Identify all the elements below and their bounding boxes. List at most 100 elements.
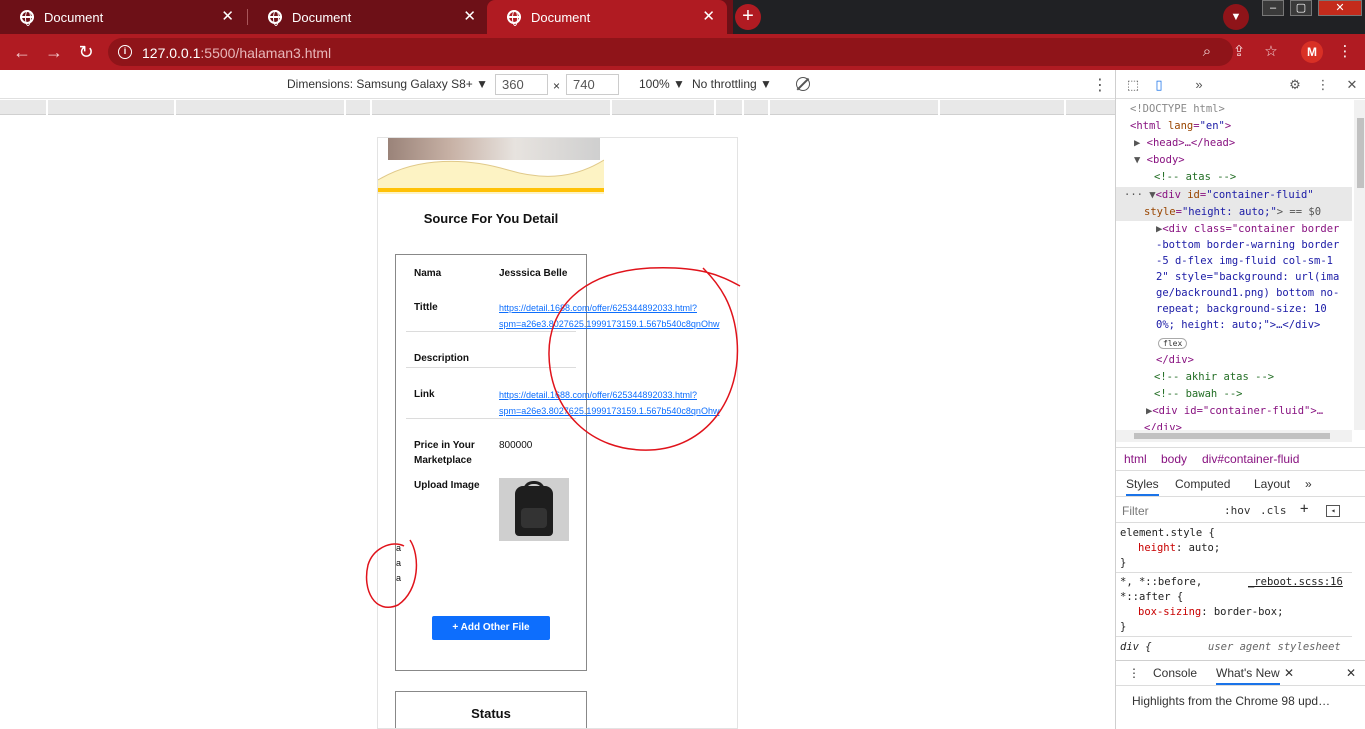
- sidebar-toggle-icon[interactable]: ◂: [1326, 505, 1340, 517]
- address-bar[interactable]: i 127.0.0.1:5500/halaman3.html: [108, 38, 1233, 66]
- elements-tree[interactable]: <!DOCTYPE html> <html lang="en"> ▶ <head…: [1116, 100, 1352, 430]
- reboot-declaration[interactable]: box-sizing: border-box;: [1138, 605, 1283, 620]
- settings-gear-icon[interactable]: ⚙: [1286, 76, 1304, 94]
- comment-atas[interactable]: <!-- atas -->: [1154, 169, 1236, 185]
- class-toggle[interactable]: .cls: [1260, 504, 1287, 517]
- new-tab-button[interactable]: +: [735, 4, 761, 30]
- body-node[interactable]: ▼ <body>: [1134, 152, 1185, 168]
- html-node[interactable]: <html lang="en">: [1130, 118, 1231, 134]
- whats-new-message[interactable]: Highlights from the Chrome 98 upd…: [1132, 694, 1330, 708]
- more-tabs-icon[interactable]: »: [1190, 76, 1208, 94]
- device-toolbar: Dimensions: Samsung Galaxy S8+ ▼ 360 × 7…: [0, 70, 1115, 99]
- zoom-icon[interactable]: ⌕: [1197, 42, 1217, 62]
- tittle-link-line-2[interactable]: spm=a26e3.8027625.1999173159.1.567b540c8…: [499, 316, 719, 332]
- tab-search-icon[interactable]: ▼: [1223, 4, 1249, 30]
- tab-2[interactable]: Document ✕: [248, 0, 488, 34]
- breadcrumb-body[interactable]: body: [1161, 452, 1187, 466]
- share-icon[interactable]: ⇪: [1229, 42, 1249, 62]
- close-icon[interactable]: ✕: [221, 9, 234, 25]
- styles-filter-input[interactable]: Filter: [1122, 504, 1149, 518]
- browser-toolbar: ← → ↻ i 127.0.0.1:5500/halaman3.html ⌕ ⇪…: [0, 34, 1365, 70]
- devtools-menu-icon[interactable]: ⋮: [1314, 76, 1332, 94]
- stacked-text-a: a: [396, 543, 402, 553]
- tab-3-active[interactable]: Document ✕: [487, 0, 727, 34]
- breadcrumb-div[interactable]: div#container-fluid: [1202, 452, 1299, 466]
- flex-badge[interactable]: flex: [1158, 335, 1188, 352]
- inner-div-text: 0%; height: auto;">…</div>: [1156, 319, 1321, 331]
- close-devtools-icon[interactable]: ✕: [1343, 76, 1361, 94]
- link-line-1[interactable]: https://detail.1688.com/offer/6253448920…: [499, 387, 697, 403]
- width-input[interactable]: 360: [495, 74, 548, 95]
- user-agent-source: user agent stylesheet: [1208, 641, 1341, 653]
- device-toggle-icon[interactable]: ▯: [1150, 76, 1168, 94]
- bookmark-star-icon[interactable]: ☆: [1261, 42, 1281, 62]
- styles-filter-bar: Filter :hov .cls + ◂: [1116, 499, 1365, 523]
- close-icon[interactable]: ✕: [463, 9, 476, 25]
- maximize-button[interactable]: ▢: [1290, 0, 1312, 16]
- rule-divider: [1116, 572, 1352, 573]
- tab-whats-new[interactable]: What's New: [1216, 666, 1280, 685]
- link-line-2[interactable]: spm=a26e3.8027625.1999173159.1.567b540c8…: [499, 403, 719, 419]
- element-style-selector[interactable]: element.style {: [1120, 526, 1215, 541]
- add-other-file-button[interactable]: + Add Other File: [432, 616, 550, 640]
- tab-layout[interactable]: Layout: [1254, 477, 1290, 491]
- close-whats-new-icon[interactable]: ✕: [1284, 666, 1294, 680]
- tittle-label: Tittle: [414, 302, 438, 313]
- tab-computed[interactable]: Computed: [1175, 477, 1230, 491]
- div-ua-selector[interactable]: div {: [1120, 640, 1152, 655]
- doctype-node[interactable]: <!DOCTYPE html>: [1130, 103, 1225, 115]
- tab-1[interactable]: Document ✕: [0, 0, 246, 34]
- rotate-icon[interactable]: [796, 77, 810, 91]
- element-style-declaration[interactable]: height: auto;: [1138, 541, 1220, 556]
- head-node[interactable]: ▶ <head>…</head>: [1134, 135, 1235, 151]
- minimize-button[interactable]: –: [1262, 0, 1284, 16]
- new-rule-icon[interactable]: +: [1300, 501, 1308, 517]
- inner-div-text: -bottom border-warning border: [1156, 239, 1340, 251]
- close-drawer-icon[interactable]: ✕: [1346, 666, 1356, 680]
- tab-strip: Document ✕ Document ✕ Document ✕ + ▼ – ▢…: [0, 0, 1365, 34]
- url-text[interactable]: 127.0.0.1:5500/halaman3.html: [142, 45, 331, 61]
- div-close-tag[interactable]: </div>: [1156, 352, 1194, 368]
- site-info-icon[interactable]: i: [118, 45, 132, 59]
- media-query-ruler[interactable]: [0, 100, 1115, 115]
- throttling-select[interactable]: No throttling ▼: [692, 77, 772, 91]
- back-icon[interactable]: ←: [11, 41, 33, 63]
- profile-avatar[interactable]: M: [1301, 41, 1323, 63]
- hover-state-toggle[interactable]: :hov: [1224, 504, 1251, 517]
- tittle-link-line-1[interactable]: https://detail.1688.com/offer/6253448920…: [499, 300, 697, 316]
- second-div-node[interactable]: ▶<div id="container-fluid">…: [1146, 403, 1323, 419]
- tab-console[interactable]: Console: [1153, 666, 1197, 680]
- selected-div-style[interactable]: style="height: auto;"> == $0: [1144, 204, 1321, 220]
- second-div-close[interactable]: </div>: [1144, 420, 1182, 430]
- drawer-menu-icon[interactable]: ⋮: [1128, 666, 1140, 680]
- inspect-element-icon[interactable]: ⬚: [1124, 76, 1142, 94]
- close-icon[interactable]: ✕: [702, 9, 715, 25]
- zoom-select[interactable]: 100% ▼: [639, 77, 685, 91]
- window-close-button[interactable]: ✕: [1318, 0, 1362, 16]
- more-subtabs-icon[interactable]: »: [1305, 477, 1312, 491]
- reboot-selector[interactable]: *, *::before,: [1120, 575, 1202, 590]
- device-options-icon[interactable]: ⋮: [1092, 75, 1108, 95]
- elements-horizontal-scrollbar[interactable]: [1116, 430, 1352, 442]
- tab-title: Document: [44, 9, 104, 25]
- reboot-source-link[interactable]: _reboot.scss:16: [1248, 575, 1343, 590]
- reboot-selector-2[interactable]: *::after {: [1120, 590, 1183, 605]
- tab-styles[interactable]: Styles: [1126, 477, 1159, 496]
- url-host: 127.0.0.1: [142, 45, 201, 61]
- comment-akhir-atas[interactable]: <!-- akhir atas -->: [1154, 369, 1274, 385]
- inner-div-node[interactable]: ▶<div class="container border: [1156, 221, 1339, 237]
- forward-icon[interactable]: →: [43, 41, 65, 63]
- elements-vertical-scrollbar[interactable]: [1354, 100, 1365, 430]
- inner-div-text: ge/backround1.png) bottom no-: [1156, 287, 1340, 299]
- inner-div-text: 2" style="background: url(ima: [1156, 271, 1340, 283]
- divider: [406, 418, 576, 419]
- menu-kebab-icon[interactable]: ⋮: [1335, 42, 1355, 62]
- link-label: Link: [414, 389, 435, 400]
- height-input[interactable]: 740: [566, 74, 619, 95]
- breadcrumb-html[interactable]: html: [1124, 452, 1147, 466]
- dimensions-select[interactable]: Dimensions: Samsung Galaxy S8+ ▼: [287, 77, 488, 91]
- comment-bawah[interactable]: <!-- bawah -->: [1154, 386, 1243, 402]
- reload-icon[interactable]: ↻: [75, 41, 97, 63]
- selected-div-node[interactable]: ··· ▼<div id="container-fluid": [1124, 187, 1314, 203]
- price-label-line-2: Marketplace: [414, 455, 472, 466]
